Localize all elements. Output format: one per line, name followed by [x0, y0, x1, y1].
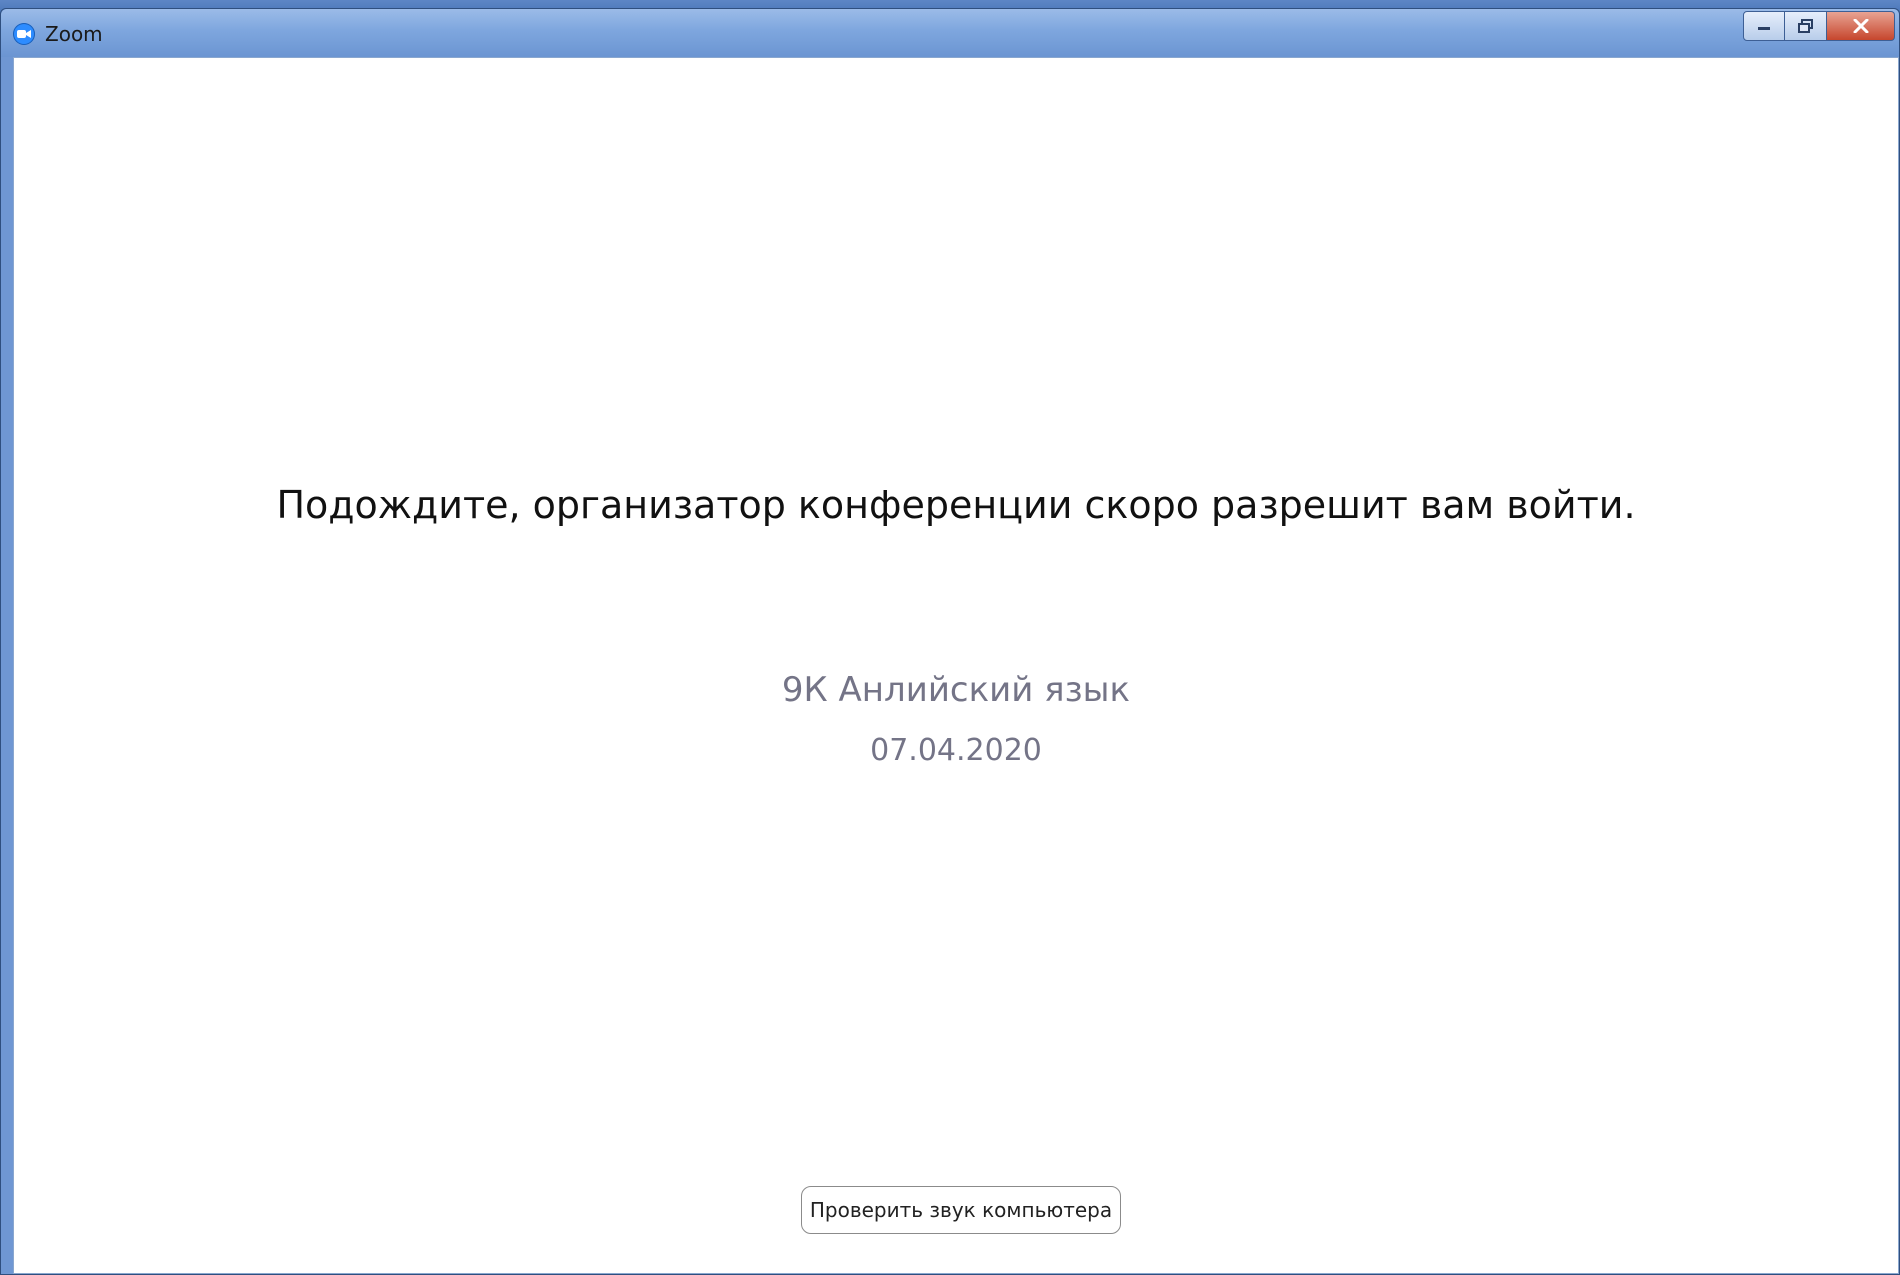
minimize-button[interactable]: [1743, 11, 1785, 41]
waiting-room-panel: Подождите, организатор конференции скоро…: [13, 57, 1899, 1274]
test-computer-audio-button[interactable]: Проверить звук компьютера: [801, 1186, 1121, 1234]
title-area: Zoom: [13, 22, 103, 46]
restore-icon: [1797, 19, 1813, 33]
zoom-camera-icon: [13, 23, 35, 45]
window-title: Zoom: [45, 22, 103, 46]
waiting-message: Подождите, организатор конференции скоро…: [276, 483, 1636, 527]
close-button[interactable]: [1827, 11, 1895, 41]
meeting-topic: 9К Анлийский язык: [781, 670, 1131, 710]
zoom-window: Zoom Подождите, организатор конференции …: [0, 8, 1900, 1275]
maximize-button[interactable]: [1785, 11, 1827, 41]
meeting-date: 07.04.2020: [870, 733, 1042, 768]
window-controls: [1743, 11, 1895, 41]
title-bar[interactable]: Zoom: [1, 9, 1899, 57]
close-icon: [1853, 19, 1868, 33]
minimize-icon: [1758, 27, 1770, 30]
